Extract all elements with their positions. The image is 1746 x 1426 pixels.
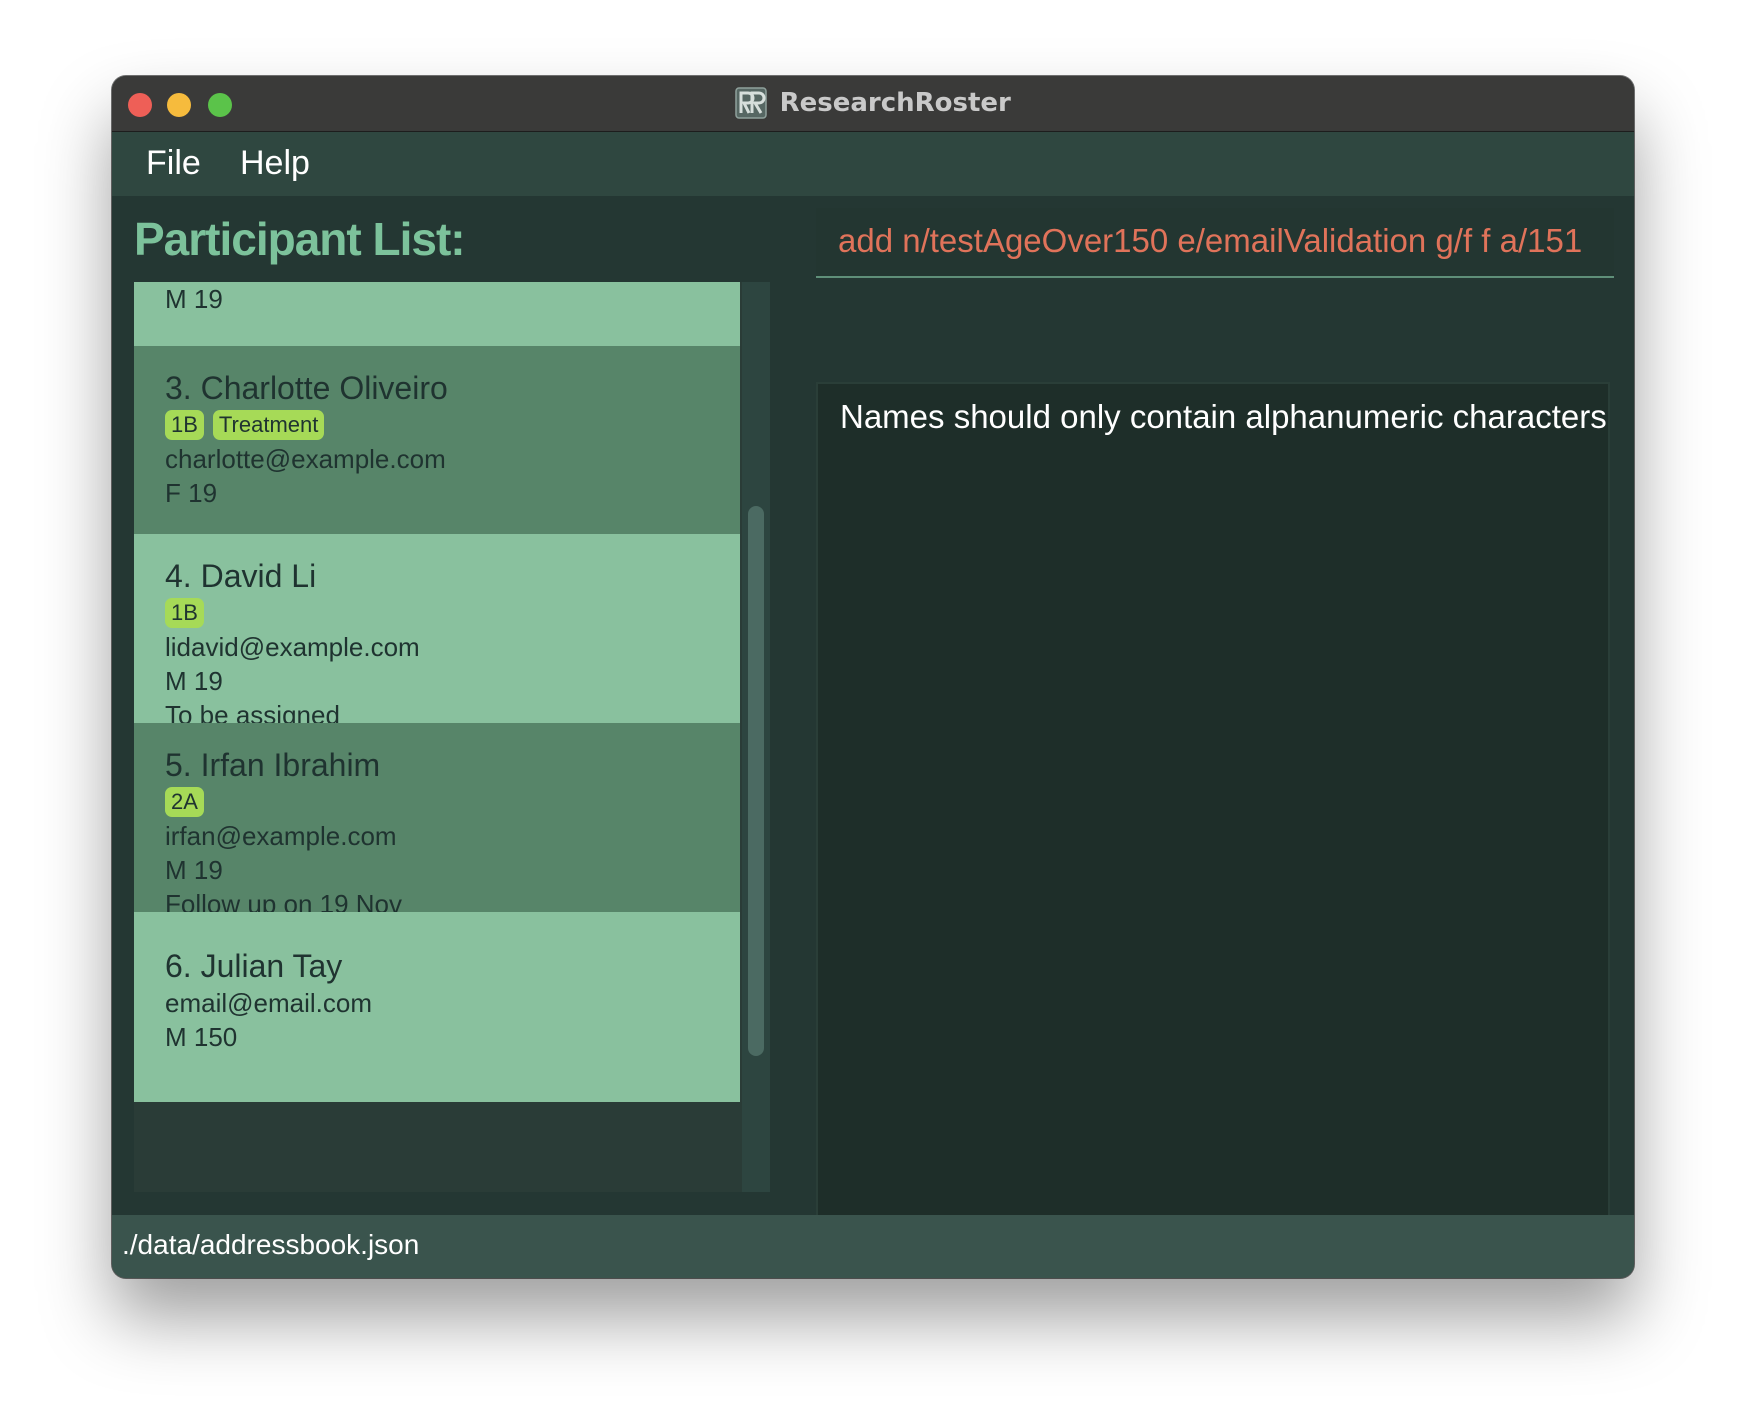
participant-gender-age: M 19 (165, 855, 223, 885)
participant-list-scrollbar[interactable] (742, 282, 770, 1192)
main-content: Participant List: M 19 3. Charlotte Oliv… (112, 196, 1634, 1278)
participant-tag: 1B (165, 598, 204, 628)
participant-gender-age: M 19 (165, 666, 223, 696)
menu-file[interactable]: File (146, 144, 201, 183)
participant-tag: 1B (165, 410, 204, 440)
participant-list[interactable]: M 19 3. Charlotte Oliveiro 1B Treatment c… (134, 282, 770, 1192)
participant-email: irfan@example.com (165, 821, 397, 851)
participant-gender-age: F 19 (165, 478, 218, 508)
result-message: Names should only contain alphanumeric c… (840, 398, 1610, 435)
menu-bar: File Help (112, 132, 1634, 196)
participant-name: 4. David Li (165, 558, 317, 594)
menu-help[interactable]: Help (240, 144, 310, 183)
title-bar: ResearchRoster (112, 76, 1634, 132)
participant-gender-age: M 150 (165, 1022, 238, 1052)
save-file-path: ./data/addressbook.json (122, 1229, 420, 1260)
participant-card[interactable]: 4. David Li 1B lidavid@example.com M 19 … (134, 534, 740, 730)
participant-tag: 2A (165, 787, 204, 817)
participant-tags: 1B (165, 598, 740, 630)
window-title-group: ResearchRoster (112, 87, 1634, 119)
window-title: ResearchRoster (779, 88, 1011, 118)
participant-list-heading: Participant List: (134, 213, 466, 265)
participant-email: lidavid@example.com (165, 632, 420, 662)
participant-tags: 1B Treatment (165, 410, 740, 442)
rr-logo-icon (735, 87, 767, 119)
participant-email: charlotte@example.com (165, 444, 446, 474)
participant-card[interactable]: 5. Irfan Ibrahim 2A irfan@example.com M … (134, 723, 740, 919)
status-bar: ./data/addressbook.json (112, 1215, 1634, 1278)
participant-tag: Treatment (212, 410, 325, 440)
participant-card-partial[interactable]: M 19 (134, 282, 740, 346)
participant-email: email@email.com (165, 988, 372, 1018)
result-display[interactable]: Names should only contain alphanumeric c… (816, 382, 1610, 1278)
app-window: ResearchRoster File Help Participant Lis… (112, 76, 1634, 1278)
participant-gender-age: M 19 (165, 284, 223, 314)
participant-list-scroll-thumb[interactable] (748, 506, 764, 1056)
participant-card[interactable]: 6. Julian Tay email@email.com M 150 (134, 912, 740, 1102)
participant-tags: 2A (165, 787, 740, 819)
participant-card[interactable]: 3. Charlotte Oliveiro 1B Treatment charlo… (134, 346, 740, 534)
command-box (816, 208, 1614, 278)
participant-name: 6. Julian Tay (165, 948, 343, 984)
participant-name: 5. Irfan Ibrahim (165, 747, 381, 783)
command-input[interactable] (838, 222, 1598, 260)
participant-name: 3. Charlotte Oliveiro (165, 370, 448, 406)
